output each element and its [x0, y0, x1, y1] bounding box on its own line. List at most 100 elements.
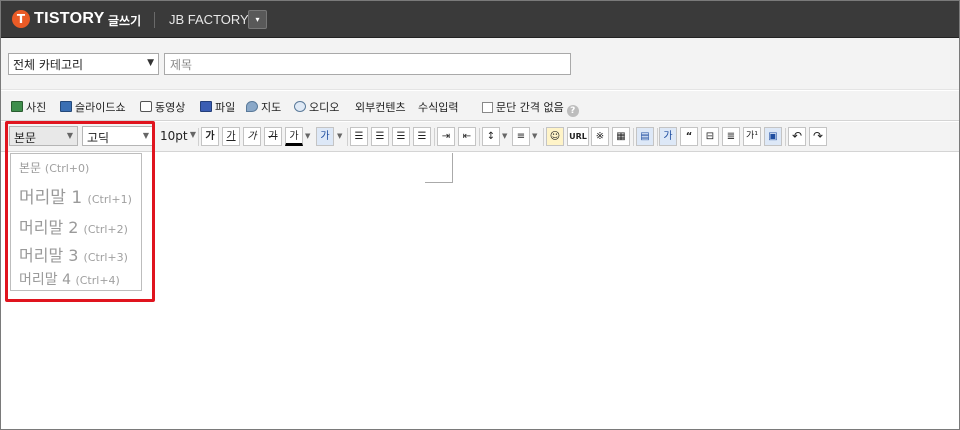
title-input[interactable]: 제목: [164, 53, 571, 75]
font-size-dropdown[interactable]: 10pt ▼: [158, 126, 196, 146]
toolbar-separator: [198, 128, 199, 146]
attach-video-button[interactable]: 동영상: [140, 99, 185, 114]
emoticon-button[interactable]: ☺: [546, 127, 564, 146]
horizontal-rule-button[interactable]: ⊟: [701, 127, 719, 146]
attachment-toolbar: 사진 슬라이드쇼 동영상 파일 지도 오디오 외부컨텐츠 수식입력 문단 간격 …: [1, 91, 959, 121]
list-button[interactable]: ≡: [512, 127, 530, 146]
undo-button[interactable]: ↶: [788, 127, 806, 146]
more-separator-icon: ≣: [726, 131, 736, 142]
numbered-list-icon: ≡: [516, 131, 526, 142]
triangle-down-icon: ▼: [66, 131, 73, 140]
category-select-value: 전체 카테고리: [13, 58, 84, 72]
toolbar-separator: [657, 128, 658, 146]
top-bar: T TISTORY 글쓰기 JB FACTORY ▾: [1, 1, 959, 38]
text-box-icon: ▤: [640, 131, 650, 142]
table-grid-icon: ▦: [616, 131, 626, 142]
outdent-button[interactable]: ⇤: [458, 127, 476, 146]
attach-external-content-button[interactable]: 외부컨텐츠: [355, 99, 406, 114]
outdent-icon: ⇤: [462, 131, 472, 142]
align-justify-button[interactable]: ☰: [413, 127, 431, 146]
triangle-down-icon[interactable]: ▼: [305, 132, 310, 140]
no-paragraph-spacing-checkbox[interactable]: [482, 102, 493, 113]
underline-button[interactable]: 가: [222, 127, 240, 146]
help-icon[interactable]: ?: [566, 105, 579, 117]
photo-icon: [11, 101, 23, 112]
attach-formula-button[interactable]: 수식입력: [418, 99, 458, 114]
attach-photo-button[interactable]: 사진: [11, 99, 46, 114]
special-character-button[interactable]: ※: [591, 127, 609, 146]
font-family-dropdown[interactable]: 고딕 ▼: [82, 126, 154, 146]
align-center-icon: ☰: [375, 131, 385, 142]
hanja-button[interactable]: 가¹: [743, 127, 761, 146]
quote-button[interactable]: “: [680, 127, 698, 146]
strikethrough-button[interactable]: 가: [264, 127, 282, 146]
audio-disc-icon: [294, 101, 306, 112]
editor-body[interactable]: [1, 153, 959, 429]
attach-file-button[interactable]: 파일: [200, 99, 235, 114]
menu-item-heading-4[interactable]: 머리말 4 (Ctrl+4): [19, 269, 120, 289]
no-paragraph-spacing-option[interactable]: 문단 간격 없음?: [482, 99, 579, 117]
triangle-down-icon[interactable]: ▼: [502, 132, 507, 140]
align-center-button[interactable]: ☰: [371, 127, 389, 146]
align-left-icon: ☰: [354, 131, 364, 142]
tistory-logo-icon[interactable]: T: [12, 10, 30, 28]
align-right-icon: ☰: [396, 131, 406, 142]
paragraph-style-dropdown[interactable]: 본문 ▼: [9, 126, 78, 146]
align-justify-icon: ☰: [417, 131, 427, 142]
category-title-row: 전체 카테고리 ▼ 제목: [1, 38, 959, 90]
font-color-button[interactable]: 가: [285, 127, 303, 146]
attach-audio-button[interactable]: 오디오: [294, 99, 339, 114]
fullwidth-toggle-button[interactable]: 가: [659, 127, 677, 146]
triangle-down-icon[interactable]: ▼: [337, 132, 342, 140]
toolbar-separator: [434, 128, 435, 146]
triangle-down-icon[interactable]: ▼: [532, 132, 537, 140]
line-height-icon: ↕: [486, 131, 496, 142]
more-separator-button[interactable]: ≣: [722, 127, 740, 146]
triangle-down-icon: ▼: [189, 130, 196, 139]
insert-link-button[interactable]: URL: [567, 127, 589, 146]
menu-item-heading-3[interactable]: 머리말 3 (Ctrl+3): [19, 242, 128, 266]
indent-button[interactable]: ⇥: [437, 127, 455, 146]
blog-dropdown-button[interactable]: ▾: [248, 10, 267, 29]
align-right-button[interactable]: ☰: [392, 127, 410, 146]
toolbar-separator: [347, 128, 348, 146]
smiley-icon: ☺: [549, 131, 561, 142]
redo-button[interactable]: ↷: [809, 127, 827, 146]
page-corner-marker: [425, 153, 453, 183]
attach-slideshow-button[interactable]: 슬라이드쇼: [60, 99, 126, 114]
paragraph-style-menu: 본문 (Ctrl+0) 머리말 1 (Ctrl+1) 머리말 2 (Ctrl+2…: [10, 153, 142, 291]
video-play-icon: [140, 101, 152, 112]
menu-item-heading-2[interactable]: 머리말 2 (Ctrl+2): [19, 214, 128, 238]
save-draft-button[interactable]: ▣: [764, 127, 782, 146]
insert-table-button[interactable]: ▦: [612, 127, 630, 146]
align-left-button[interactable]: ☰: [350, 127, 368, 146]
indent-icon: ⇥: [441, 131, 451, 142]
file-disk-icon: [200, 101, 212, 112]
top-divider: [154, 12, 155, 28]
brand-name[interactable]: TISTORY: [34, 10, 105, 28]
format-toolbar: 본문 ▼ 고딕 ▼ 10pt ▼ 가 가 가 가 가 ▼ 가 ▼ ☰ ☰ ☰ ☰ ⇥ …: [1, 122, 959, 152]
chevron-down-icon: ▾: [255, 15, 260, 24]
triangle-down-icon: ▼: [147, 58, 154, 68]
slideshow-icon: [60, 101, 72, 112]
toolbar-separator: [543, 128, 544, 146]
toolbar-separator: [479, 128, 480, 146]
toolbar-separator: [633, 128, 634, 146]
floppy-disk-icon: ▣: [768, 131, 778, 142]
menu-item-body[interactable]: 본문 (Ctrl+0): [19, 159, 89, 176]
triangle-down-icon: ▼: [142, 131, 149, 140]
blog-name[interactable]: JB FACTORY: [169, 12, 249, 27]
italic-button[interactable]: 가: [243, 127, 261, 146]
category-select[interactable]: 전체 카테고리 ▼: [8, 53, 159, 75]
text-box-button[interactable]: ▤: [636, 127, 654, 146]
map-pin-icon: [246, 101, 258, 112]
bold-button[interactable]: 가: [201, 127, 219, 146]
horizontal-rule-icon: ⊟: [705, 131, 715, 142]
toolbar-separator: [785, 128, 786, 146]
background-color-button[interactable]: 가: [316, 127, 334, 146]
attach-map-button[interactable]: 지도: [246, 99, 281, 114]
title-placeholder: 제목: [170, 58, 193, 72]
menu-item-heading-1[interactable]: 머리말 1 (Ctrl+1): [19, 183, 132, 208]
write-mode-label: 글쓰기: [108, 14, 142, 28]
line-height-button[interactable]: ↕: [482, 127, 500, 146]
